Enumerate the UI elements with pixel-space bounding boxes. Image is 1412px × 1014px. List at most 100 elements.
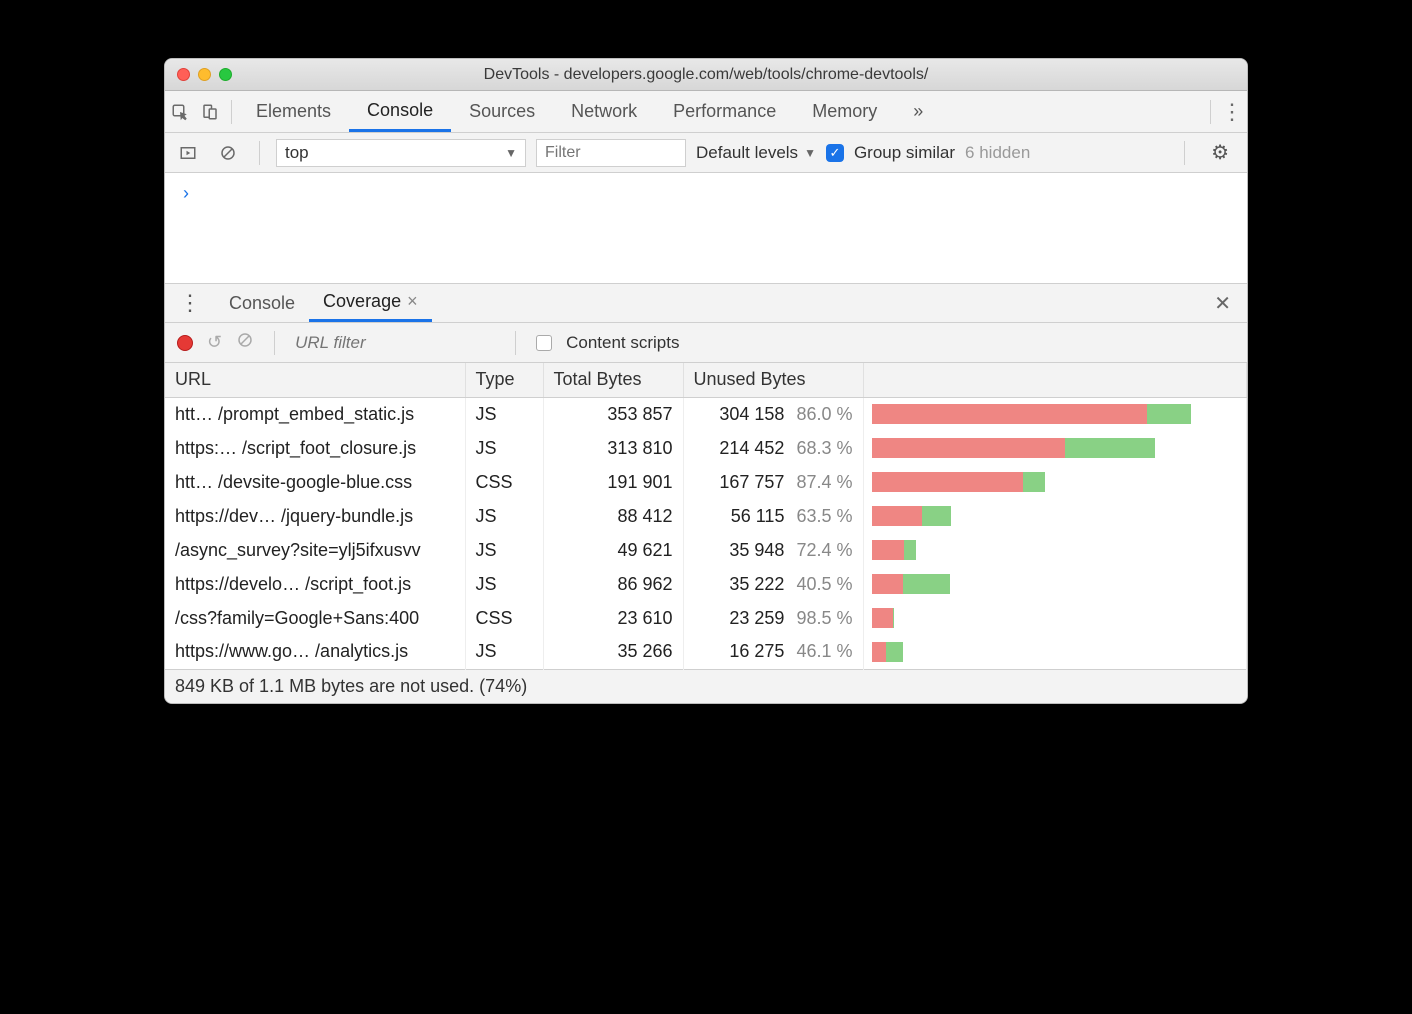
divider (1210, 100, 1211, 124)
content-scripts-checkbox[interactable] (536, 335, 552, 351)
coverage-table: URL Type Total Bytes Unused Bytes htt… /… (165, 363, 1247, 703)
console-toolbar: top ▼ Default levels ▼ ✓ Group similar 6… (165, 133, 1247, 173)
cell-type: JS (465, 635, 543, 669)
cell-total: 88 412 (543, 499, 683, 533)
hidden-count[interactable]: 6 hidden (965, 143, 1030, 163)
table-row[interactable]: https://www.go… /analytics.jsJS35 26616 … (165, 635, 1247, 669)
col-total[interactable]: Total Bytes (543, 363, 683, 397)
cell-url: https:… /script_foot_closure.js (165, 431, 465, 465)
clear-icon[interactable] (236, 331, 254, 354)
chevron-down-icon: ▼ (804, 146, 816, 160)
usage-bar (872, 608, 893, 628)
tab-performance[interactable]: Performance (655, 91, 794, 132)
usage-bar (872, 574, 951, 594)
usage-bar (872, 404, 1192, 424)
table-row[interactable]: https:… /script_foot_closure.jsJS313 810… (165, 431, 1247, 465)
group-similar-label: Group similar (854, 143, 955, 163)
col-url[interactable]: URL (165, 363, 465, 397)
divider (231, 100, 232, 124)
unused-segment (872, 438, 1066, 458)
table-row[interactable]: htt… /prompt_embed_static.jsJS353 857304… (165, 397, 1247, 431)
close-drawer-icon[interactable]: ✕ (1198, 291, 1247, 316)
settings-icon[interactable]: ⚙ (1201, 140, 1239, 165)
used-segment (1023, 472, 1045, 492)
device-toggle-icon[interactable] (195, 91, 225, 132)
tabs-overflow[interactable]: » (895, 91, 941, 132)
inspect-icon[interactable] (165, 91, 195, 132)
divider (515, 331, 516, 355)
tab-memory[interactable]: Memory (794, 91, 895, 132)
unused-segment (872, 472, 1024, 492)
log-levels-selector[interactable]: Default levels ▼ (696, 143, 816, 163)
table-row[interactable]: htt… /devsite-google-blue.cssCSS191 9011… (165, 465, 1247, 499)
table-row[interactable]: https://dev… /jquery-bundle.jsJS88 41256… (165, 499, 1247, 533)
cell-url: htt… /prompt_embed_static.js (165, 397, 465, 431)
cell-unused: 214 45268.3 % (683, 431, 863, 465)
cell-type: JS (465, 533, 543, 567)
console-filter-input[interactable] (536, 139, 686, 167)
cell-bar (863, 601, 1247, 635)
usage-bar (872, 506, 952, 526)
url-filter-input[interactable] (295, 333, 495, 353)
drawer-tab-label: Coverage (323, 291, 401, 312)
reload-icon[interactable]: ↻ (207, 332, 222, 353)
clear-console-icon[interactable] (213, 133, 243, 172)
col-unused[interactable]: Unused Bytes (683, 363, 863, 397)
group-similar-checkbox[interactable]: ✓ (826, 144, 844, 162)
coverage-toolbar: ↻ Content scripts (165, 323, 1247, 363)
tab-sources[interactable]: Sources (451, 91, 553, 132)
usage-bar (872, 642, 904, 662)
cell-url: https://www.go… /analytics.js (165, 635, 465, 669)
divider (274, 331, 275, 355)
execute-icon[interactable] (173, 133, 203, 172)
cell-type: JS (465, 431, 543, 465)
cell-bar (863, 465, 1247, 499)
col-bar[interactable] (863, 363, 1247, 397)
usage-bar (872, 438, 1156, 458)
cell-bar (863, 397, 1247, 431)
cell-total: 49 621 (543, 533, 683, 567)
unused-segment (872, 540, 905, 560)
record-icon[interactable] (177, 335, 193, 351)
table-row[interactable]: https://develo… /script_foot.jsJS86 9623… (165, 567, 1247, 601)
coverage-summary: 849 KB of 1.1 MB bytes are not used. (74… (165, 669, 1247, 703)
cell-total: 191 901 (543, 465, 683, 499)
used-segment (1065, 438, 1155, 458)
console-output[interactable]: › (165, 173, 1247, 283)
table-row[interactable]: /css?family=Google+Sans:400CSS23 61023 2… (165, 601, 1247, 635)
close-tab-icon[interactable]: × (407, 291, 418, 312)
cell-unused: 35 22240.5 % (683, 567, 863, 601)
cell-url: htt… /devsite-google-blue.css (165, 465, 465, 499)
cell-total: 35 266 (543, 635, 683, 669)
kebab-menu-icon[interactable]: ⋮ (1217, 91, 1247, 132)
cell-url: https://develo… /script_foot.js (165, 567, 465, 601)
tab-network[interactable]: Network (553, 91, 655, 132)
chevron-down-icon: ▼ (505, 146, 517, 160)
window-title: DevTools - developers.google.com/web/too… (165, 66, 1247, 84)
drawer-tab-console[interactable]: Console (215, 284, 309, 322)
cell-url: https://dev… /jquery-bundle.js (165, 499, 465, 533)
col-type[interactable]: Type (465, 363, 543, 397)
cell-type: CSS (465, 465, 543, 499)
cell-unused: 304 15886.0 % (683, 397, 863, 431)
drawer-tab-coverage[interactable]: Coverage × (309, 284, 432, 322)
used-segment (886, 642, 903, 662)
usage-bar (872, 540, 917, 560)
cell-bar (863, 635, 1247, 669)
cell-url: /async_survey?site=ylj5ifxusvv (165, 533, 465, 567)
context-value: top (285, 143, 309, 163)
cell-unused: 167 75787.4 % (683, 465, 863, 499)
drawer-menu-icon[interactable]: ⋮ (165, 290, 215, 316)
tab-console[interactable]: Console (349, 91, 451, 132)
unused-segment (872, 506, 923, 526)
divider (1184, 141, 1185, 165)
used-segment (1147, 404, 1192, 424)
divider (259, 141, 260, 165)
context-selector[interactable]: top ▼ (276, 139, 526, 167)
cell-unused: 35 94872.4 % (683, 533, 863, 567)
unused-segment (872, 574, 904, 594)
tab-elements[interactable]: Elements (238, 91, 349, 132)
cell-bar (863, 567, 1247, 601)
table-row[interactable]: /async_survey?site=ylj5ifxusvvJS49 62135… (165, 533, 1247, 567)
drawer-tabbar: ⋮ Console Coverage × ✕ (165, 283, 1247, 323)
